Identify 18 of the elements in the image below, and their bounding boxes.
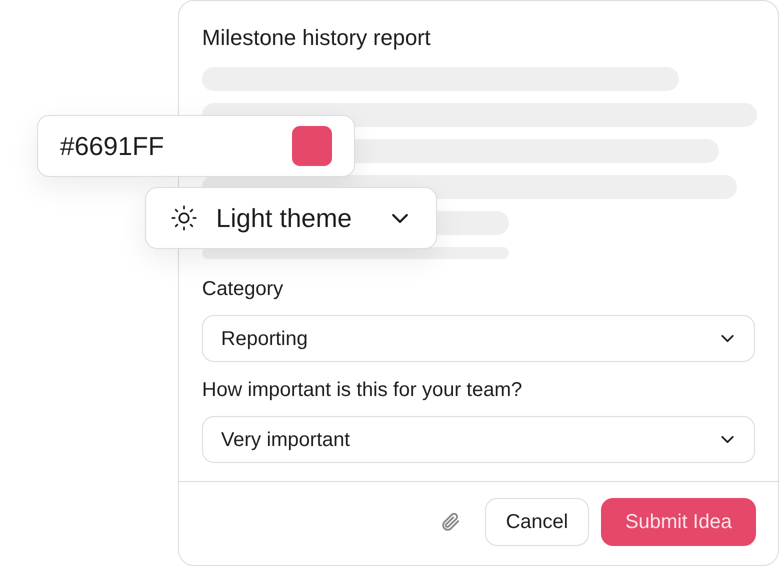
cancel-button[interactable]: Cancel [485,498,589,546]
theme-dropdown[interactable]: Light theme [145,187,437,249]
field-label: How important is this for your team? [202,378,524,403]
chevron-down-icon [392,214,408,222]
select-value: Reporting [221,326,308,352]
color-field[interactable]: #6691FF [37,115,355,177]
select-field[interactable]: Reporting [202,315,755,362]
color-swatch[interactable] [292,126,332,166]
chevron-down-icon [721,436,734,443]
sun-icon [170,204,198,232]
paperclip-icon[interactable] [439,511,461,533]
field-label: Category [202,277,284,302]
chevron-down-icon [721,335,734,342]
form-title: Milestone history report [202,24,432,52]
select-field[interactable]: Very important [202,416,755,463]
theme-label: Light theme [216,202,352,234]
select-value: Very important [221,428,350,452]
color-value: #6691FF [60,130,164,162]
